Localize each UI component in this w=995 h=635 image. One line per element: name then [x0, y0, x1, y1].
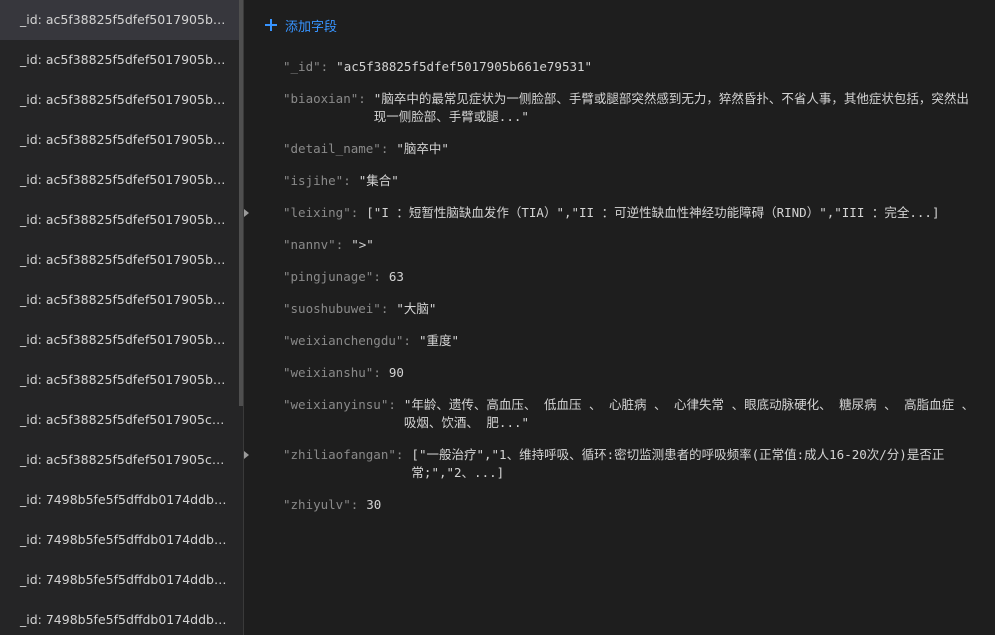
field-row[interactable]: "zhiyulv":30 — [268, 496, 979, 514]
field-key: "detail_name" — [283, 141, 381, 156]
sidebar-item-document[interactable]: _id: ac5f38825f5dfef5017905b700500000 — [0, 40, 243, 80]
field-key: "weixianshu" — [283, 365, 374, 380]
sidebar-item-document[interactable]: _id: 7498b5fe5f5dffdb0174ddb32b000000 — [0, 600, 243, 635]
field-value[interactable]: 30 — [366, 496, 381, 514]
field-separator: : — [320, 59, 329, 74]
field-value[interactable]: "ac5f38825f5dfef5017905b661e79531" — [336, 58, 592, 76]
field-key: "suoshubuwei" — [283, 301, 381, 316]
field-value[interactable]: ">" — [351, 236, 374, 254]
field-row[interactable]: "_id": "ac5f38825f5dfef5017905b661e79531" — [268, 58, 979, 76]
field-row[interactable]: "weixianchengdu": "重度" — [268, 332, 979, 350]
field-row[interactable]: "isjihe": "集合" — [268, 172, 979, 190]
sidebar-item-document[interactable]: _id: ac5f38825f5dfef5017905bb696000000 — [0, 200, 243, 240]
field-row[interactable]: "nannv": ">" — [268, 236, 979, 254]
field-row[interactable]: "pingjunage":63 — [268, 268, 979, 286]
field-separator: : — [380, 141, 389, 156]
field-value[interactable]: ["一般治疗","1、维持呼吸、循环:密切监测患者的呼吸频率(正常值:成人16-… — [411, 446, 979, 482]
field-key: "pingjunage" — [283, 269, 374, 284]
field-value[interactable]: "年龄、遗传、高血压、 低血压 、 心脏病 、 心律失常 、眼底动脉硬化、 糖尿… — [404, 396, 979, 432]
field-row[interactable]: "leixing": ["I ：短暂性脑缺血发作（TIA）","II ：可逆性缺血… — [244, 204, 979, 222]
field-key: "isjihe" — [283, 173, 344, 188]
field-separator: : — [373, 365, 381, 380]
field-key: "leixing" — [283, 205, 351, 220]
add-field-label: 添加字段 — [285, 19, 338, 35]
sidebar-item-document[interactable]: _id: ac5f38825f5dfef5017905bf523000000 — [0, 360, 243, 400]
field-row[interactable]: "biaoxian": "脑卒中的最常见症状为一侧脸部、手臂或腿部突然感到无力，猝… — [268, 90, 979, 126]
sidebar-item-document[interactable]: _id: ac5f38825f5dfef5017905bc1ba000000 — [0, 240, 243, 280]
field-key: "weixianyinsu" — [283, 397, 389, 412]
field-value[interactable]: "大脑" — [396, 300, 436, 318]
field-row[interactable]: "detail_name": "脑卒中" — [268, 140, 979, 158]
field-key: "nannv" — [283, 237, 336, 252]
field-separator: : — [403, 333, 411, 348]
field-separator: : — [358, 91, 366, 106]
field-row[interactable]: "suoshubuwei": "大脑" — [268, 300, 979, 318]
sidebar-item-document[interactable]: _id: 7498b5fe5f5dffdb0174ddb167000000 — [0, 520, 243, 560]
field-value[interactable]: "脑卒中" — [396, 140, 449, 158]
field-separator: : — [350, 205, 359, 220]
field-separator: : — [388, 397, 396, 412]
field-key: "zhiyulv" — [283, 497, 351, 512]
field-key: "zhiliaofangan" — [283, 447, 396, 462]
sidebar-item-document[interactable]: _id: ac5f38825f5dfef5017905c017e000000 — [0, 400, 243, 440]
sidebar-item-document[interactable]: _id: ac5f38825f5dfef5017905c117b000000 — [0, 440, 243, 480]
sidebar-item-document[interactable]: _id: ac5f38825f5dfef5017905be2c3000000 — [0, 320, 243, 360]
field-value[interactable]: 63 — [389, 268, 404, 286]
document-list: _id: ac5f38825f5dfef5017905b661e79531_id… — [0, 0, 243, 635]
field-value[interactable]: "重度" — [419, 332, 459, 350]
sidebar-item-document[interactable]: _id: ac5f38825f5dfef5017905bd584000000 — [0, 280, 243, 320]
document-list-sidebar: _id: ac5f38825f5dfef5017905b661e79531_id… — [0, 0, 244, 635]
sidebar-item-document[interactable]: _id: 7498b5fe5f5dffdb0174ddb252000000 — [0, 560, 243, 600]
field-row[interactable]: "zhiliaofangan": ["一般治疗","1、维持呼吸、循环:密切监测患… — [244, 446, 979, 482]
field-separator: : — [350, 497, 359, 512]
field-value[interactable]: ["I ：短暂性脑缺血发作（TIA）","II ：可逆性缺血性神经功能障碍（RI… — [366, 204, 939, 222]
sidebar-item-document[interactable]: _id: ac5f38825f5dfef5017905b9314000000 — [0, 120, 243, 160]
document-detail-panel: 添加字段 "_id": "ac5f38825f5dfef5017905b661e7… — [244, 0, 995, 635]
sidebar-item-document[interactable]: _id: 7498b5fe5f5dffdb0174ddb037000000 — [0, 480, 243, 520]
field-separator: : — [343, 173, 351, 188]
field-value[interactable]: "集合" — [359, 172, 399, 190]
field-separator: : — [380, 301, 389, 316]
sidebar-scrollbar-thumb[interactable] — [239, 0, 243, 406]
sidebar-scrollbar[interactable] — [239, 0, 243, 635]
sidebar-item-document[interactable]: _id: ac5f38825f5dfef5017905ba13b000000 — [0, 160, 243, 200]
plus-icon — [265, 19, 277, 31]
sidebar-item-document[interactable]: _id: ac5f38825f5dfef5017905b8151000000 — [0, 80, 243, 120]
field-row[interactable]: "weixianshu":90 — [268, 364, 979, 382]
field-key: "biaoxian" — [283, 91, 359, 106]
expand-arrow-icon[interactable] — [244, 451, 249, 459]
field-key: "_id" — [283, 59, 321, 74]
add-field-button[interactable]: 添加字段 — [265, 15, 337, 35]
field-value[interactable]: "脑卒中的最常见症状为一侧脸部、手臂或腿部突然感到无力，猝然昏扑、不省人事，其他… — [374, 90, 979, 126]
field-key: "weixianchengdu" — [283, 333, 404, 348]
sidebar-item-document[interactable]: _id: ac5f38825f5dfef5017905b661e79531 — [0, 0, 243, 40]
field-separator: : — [373, 269, 381, 284]
field-row[interactable]: "weixianyinsu": "年龄、遗传、高血压、 低血压 、 心脏病 、 心… — [268, 396, 979, 432]
expand-arrow-icon[interactable] — [244, 209, 249, 217]
field-separator: : — [395, 447, 404, 462]
app-window: _id: ac5f38825f5dfef5017905b661e79531_id… — [0, 0, 995, 635]
field-separator: : — [335, 237, 344, 252]
field-value[interactable]: 90 — [389, 364, 404, 382]
field-list: "_id": "ac5f38825f5dfef5017905b661e79531"… — [244, 58, 979, 528]
